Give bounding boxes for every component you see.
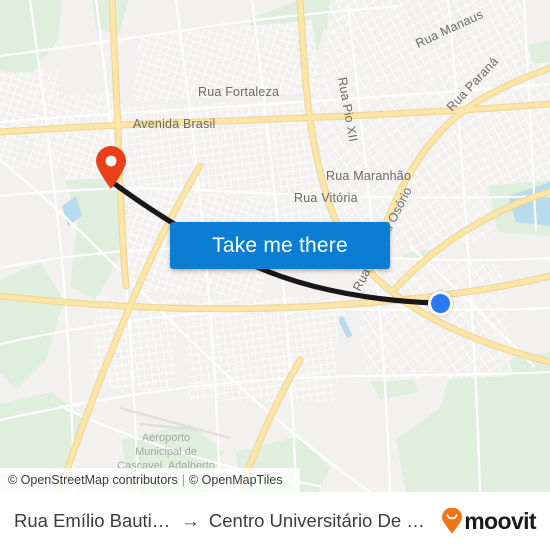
destination-marker[interactable]	[428, 291, 453, 316]
street-label-rua-maranhao: Rua Maranhão	[326, 169, 411, 183]
route-origin-label[interactable]: Rua Emílio Bautitz, ...	[14, 510, 172, 532]
route-destination-label[interactable]: Centro Universitário De Casc...	[209, 510, 435, 532]
moovit-trip-map-screen: Rua Fortaleza Rua Manaus Rua Paraná Rua …	[0, 0, 550, 550]
street-label-avenida-brasil: Avenida Brasil	[133, 117, 215, 131]
take-me-there-label: Take me there	[212, 233, 348, 257]
map-canvas[interactable]: Rua Fortaleza Rua Manaus Rua Paraná Rua …	[0, 0, 550, 492]
take-me-there-button[interactable]: Take me there	[170, 222, 390, 269]
origin-marker[interactable]	[95, 146, 127, 190]
moovit-wordmark: moovit	[464, 507, 536, 534]
map-pin-icon	[96, 146, 126, 189]
route-summary: Rua Emílio Bautitz, ... → Centro Univers…	[14, 510, 435, 532]
moovit-pin-icon	[442, 508, 463, 534]
arrow-right-icon: →	[180, 510, 200, 532]
moovit-logo[interactable]: moovit	[441, 507, 537, 535]
attribution-separator: |	[181, 473, 185, 487]
street-label-rua-vitoria: Rua Vitória	[294, 191, 358, 205]
place-label-line-2: Municipal de	[135, 446, 197, 458]
map-attribution: © OpenStreetMap contributors | © OpenMap…	[0, 468, 300, 492]
trip-footer-bar: Rua Emílio Bautitz, ... → Centro Univers…	[0, 492, 550, 550]
attribution-osm[interactable]: © OpenStreetMap contributors	[8, 473, 178, 487]
street-label-rua-fortaleza: Rua Fortaleza	[198, 85, 279, 99]
attribution-openmaptiles[interactable]: © OpenMapTiles	[189, 473, 283, 487]
place-label-line-1: Aeroporto	[142, 432, 190, 444]
